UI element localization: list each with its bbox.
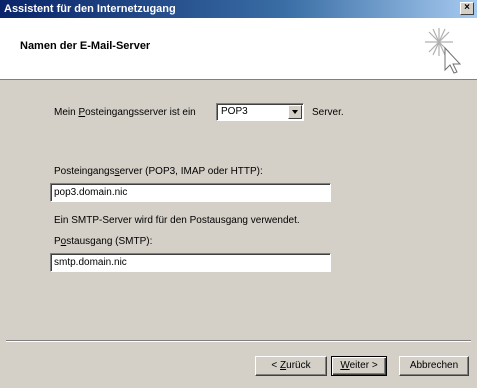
wizard-header: Namen der E-Mail-Server [0,18,477,80]
incoming-server-label: Posteingangsserver (POP3, IMAP oder HTTP… [54,166,263,177]
close-icon: × [464,2,470,13]
incoming-server-label-prefix: Posteingangs [54,166,115,177]
incoming-type-label: Mein Posteingangsserver ist ein [54,107,196,118]
outgoing-server-label: Postausgang (SMTP): [54,236,152,247]
footer-divider [6,340,471,342]
next-button-accel: W [340,360,350,371]
outgoing-server-label-rest: stausgang (SMTP): [66,236,153,247]
wizard-dialog: Assistent für den Internetzugang × Namen… [0,0,477,388]
smtp-info-text: Ein SMTP-Server wird für den Postausgang… [54,215,300,226]
server-suffix-label: Server. [312,107,344,118]
next-button[interactable]: Weiter > [331,356,387,376]
back-button-rest: urück [286,360,311,371]
dropdown-button[interactable] [288,105,302,119]
next-button-rest: eiter > [349,360,378,371]
chevron-down-icon [292,110,298,114]
page-title: Namen der E-Mail-Server [20,40,151,52]
close-button[interactable]: × [460,2,474,15]
back-button[interactable]: < Zurück [255,356,327,376]
title-bar: Assistent für den Internetzugang × [0,0,477,18]
incoming-server-input[interactable] [50,183,331,202]
incoming-server-type-value: POP3 [221,106,248,117]
outgoing-server-label-prefix: P [54,236,61,247]
outgoing-server-input[interactable] [50,253,331,272]
window-title: Assistent für den Internetzugang [4,3,176,15]
cancel-button[interactable]: Abbrechen [399,356,469,376]
incoming-type-label-rest: osteingangsserver ist ein [85,107,196,118]
incoming-server-type-select[interactable]: POP3 [216,103,304,121]
incoming-server-label-rest: erver (POP3, IMAP oder HTTP): [119,166,263,177]
incoming-type-label-prefix: Mein [54,107,79,118]
wizard-sparkle-cursor-icon [425,28,462,74]
back-button-prefix: < [271,360,281,371]
